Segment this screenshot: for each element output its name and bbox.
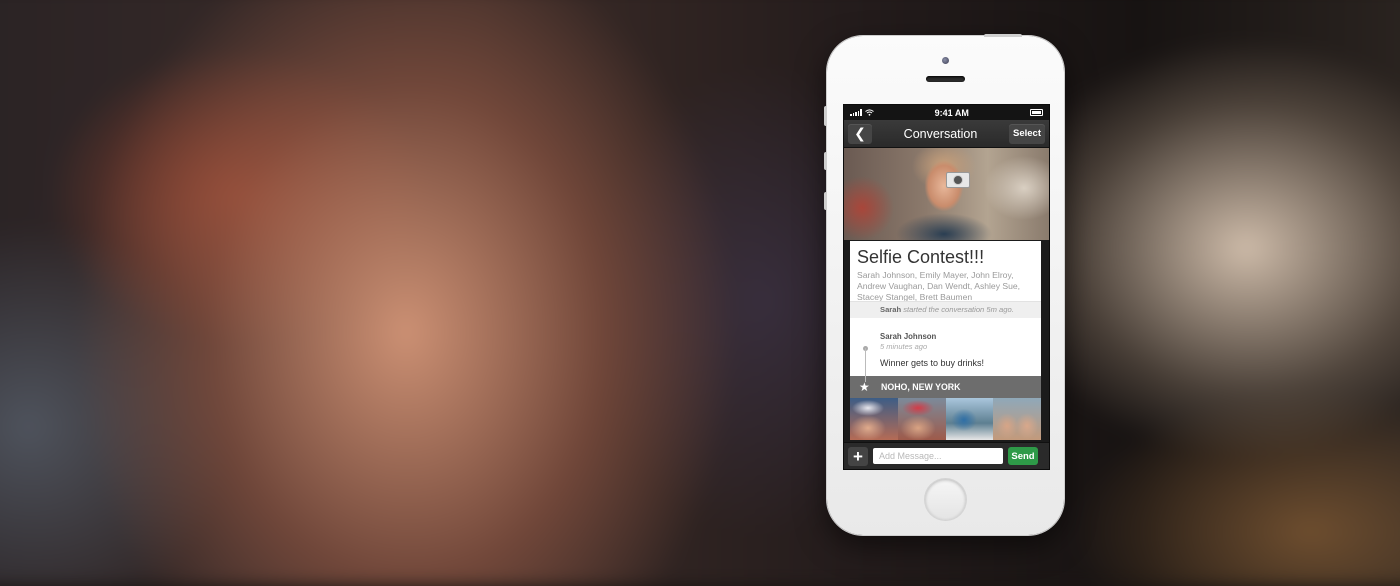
status-bar: 9:41 AM — [844, 105, 1049, 120]
volume-down-button — [824, 192, 827, 210]
camera-in-photo — [946, 172, 970, 188]
conversation-cover-photo[interactable] — [844, 148, 1049, 240]
navigation-bar: ❮ Conversation Select — [844, 120, 1049, 148]
message-item[interactable]: Sarah Johnson 5 minutes ago Winner gets … — [850, 318, 1041, 382]
photo-thumbnail[interactable] — [897, 398, 946, 440]
location-label: NOHO, NEW YORK — [881, 382, 961, 392]
status-time: 9:41 AM — [934, 107, 969, 118]
add-attachment-button[interactable]: + — [848, 446, 868, 466]
message-composer: + Send — [844, 442, 1049, 469]
conversation-card: Selfie Contest!!! Sarah Johnson, Emily M… — [850, 241, 1041, 440]
photo-strip — [850, 398, 1041, 440]
conversation-started-note: Sarah started the conversation 5m ago. — [850, 301, 1041, 318]
phone-screen: 9:41 AM ❮ Conversation Select Selfie Con… — [843, 104, 1050, 470]
send-button[interactable]: Send — [1008, 447, 1038, 465]
volume-up-button — [824, 152, 827, 170]
back-button[interactable]: ❮ — [848, 123, 872, 144]
earpiece-speaker — [926, 76, 965, 82]
front-camera — [942, 57, 949, 64]
page-title: Conversation — [903, 126, 978, 141]
star-icon: ★ — [859, 380, 870, 394]
photo-thumbnail[interactable] — [993, 398, 1041, 440]
signal-group — [850, 109, 874, 116]
battery-icon — [1030, 109, 1043, 116]
photo-thumbnail[interactable] — [850, 398, 898, 440]
message-time: 5 minutes ago — [880, 342, 928, 351]
chevron-left-icon: ❮ — [854, 125, 866, 141]
signal-bars-icon — [850, 109, 862, 116]
plus-icon: + — [853, 446, 863, 466]
message-input[interactable] — [873, 448, 1003, 464]
power-button — [984, 34, 1022, 37]
mute-switch — [824, 106, 827, 126]
conversation-members[interactable]: Sarah Johnson, Emily Mayer, John Elroy, … — [850, 268, 1041, 301]
message-author: Sarah Johnson — [880, 332, 937, 341]
location-bar[interactable]: ★ NOHO, NEW YORK — [850, 376, 1041, 398]
select-button[interactable]: Select — [1009, 123, 1045, 144]
photo-thumbnail[interactable] — [945, 398, 994, 440]
home-button[interactable] — [925, 479, 966, 520]
starter-name: Sarah — [880, 305, 902, 314]
wifi-icon — [864, 109, 874, 116]
phone-device: 9:41 AM ❮ Conversation Select Selfie Con… — [824, 34, 1064, 535]
message-text: Winner gets to buy drinks! — [880, 358, 985, 368]
started-text: started the conversation 5m ago. — [903, 305, 1014, 314]
conversation-title: Selfie Contest!!! — [857, 247, 985, 267]
timeline-line — [865, 348, 866, 382]
blurred-background-photo — [0, 0, 1400, 586]
